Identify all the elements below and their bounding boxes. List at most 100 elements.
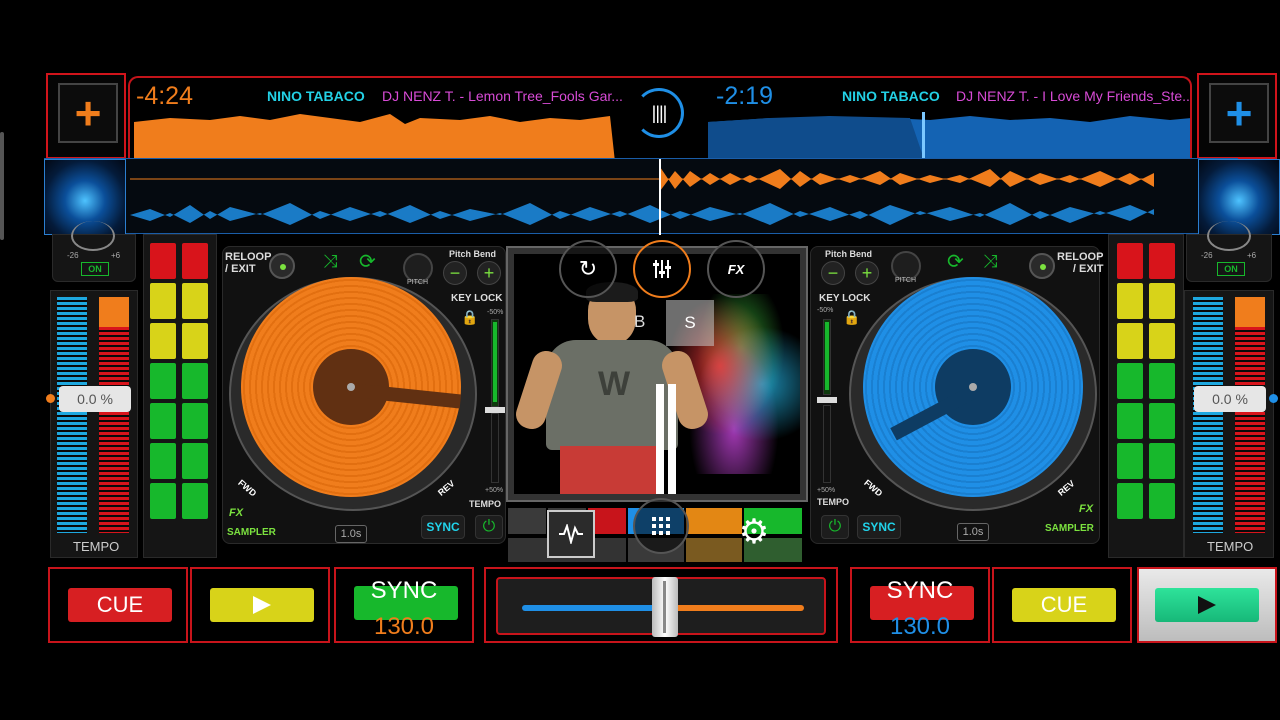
track-overview-panel[interactable]: -4:24 NINO TABACO DJ NENZ T. - Lemon Tre…	[128, 76, 1192, 160]
b-label[interactable]: B	[634, 312, 645, 332]
crossfader-track-right	[668, 605, 804, 611]
shuffle-icon[interactable]: ⤨	[983, 251, 997, 272]
deck-a-cue-cell: CUE	[48, 567, 188, 643]
deck-a-play-button[interactable]	[210, 588, 314, 622]
deck-a-sync-label: SYNC	[370, 577, 438, 604]
deck-b-tempo-label: TEMPO	[1207, 539, 1254, 554]
deck-b-title: DJ NENZ T. - I Love My Friends_Ste...	[956, 88, 1192, 104]
deck-a-pitch-slider-lower[interactable]	[491, 413, 499, 483]
lock-icon[interactable]: 🔒	[843, 309, 860, 326]
power-icon[interactable]: ⏻	[475, 515, 503, 539]
level-bar-1	[656, 384, 664, 494]
deck-b-vu-meter-right	[1235, 297, 1265, 533]
deck-b-cue-button[interactable]: CUE	[1012, 588, 1116, 622]
power-icon[interactable]: ⏻	[821, 515, 849, 539]
deck-a-tempo-panel[interactable]: 0.0 % TEMPO	[50, 290, 138, 558]
deck-a-cue-button[interactable]: CUE	[68, 588, 172, 622]
waveform-icon[interactable]	[547, 510, 595, 558]
deck-b-zoomed-waveform	[130, 203, 1154, 225]
deck-b-level-pads	[1108, 234, 1184, 558]
deck-a-led-grid	[150, 243, 210, 519]
deck-a-loop-length[interactable]: 1.0s	[335, 525, 367, 543]
deck-b-pitch-bottom-label: +50%	[817, 487, 836, 494]
dj-app-screen: + + -4:24 NINO TABACO DJ NENZ T. - Lemon…	[0, 0, 1280, 720]
deck-a-fwd-label: FWD	[236, 477, 259, 499]
zoomed-waveform-strip[interactable]	[44, 158, 1280, 235]
deck-a-pitch-slider-track[interactable]	[491, 319, 499, 407]
deck-a-reloop-button[interactable]	[269, 253, 295, 279]
deck-b-sync-label: SYNC	[886, 577, 954, 604]
gain-knob-icon[interactable]	[1207, 221, 1251, 251]
person-shorts	[560, 446, 664, 494]
deck-b-vu-meter-left	[1193, 297, 1223, 533]
shuffle-icon[interactable]: ⤨	[323, 251, 337, 272]
deck-b-sync-small-button[interactable]: SYNC	[857, 515, 901, 539]
deck-b-pitch-slider-track[interactable]	[823, 319, 831, 395]
deck-b-play-button[interactable]	[1155, 588, 1259, 622]
deck-a-tempo-value[interactable]: 0.0 %	[59, 386, 131, 412]
s-button[interactable]: S	[666, 300, 714, 346]
deck-b-fx-label[interactable]: FX	[1079, 503, 1093, 515]
gain-knob-icon[interactable]	[71, 221, 115, 251]
gain-min-label: -26	[67, 251, 79, 260]
deck-b-loop-length[interactable]: 1.0s	[957, 523, 989, 541]
deck-b-reloop-button[interactable]	[1029, 253, 1055, 279]
deck-a-tempo-marker	[46, 394, 55, 403]
repeat-icon[interactable]: ⟳	[359, 249, 376, 274]
gear-icon[interactable]: ⚙	[734, 512, 774, 552]
crossfader-handle[interactable]	[652, 577, 678, 637]
deck-a-turntable-panel: RELOOP / EXIT ⤨ ⟳ Pitch Bend PITCH − + K…	[222, 246, 506, 544]
deck-b-fwd-label: FWD	[862, 477, 885, 499]
deck-b-pitch-slider-handle[interactable]	[817, 397, 837, 403]
deck-b-gain-panel: -26 +6 ON	[1186, 221, 1272, 282]
zoomed-waveforms	[130, 159, 1154, 235]
plus-icon: +	[58, 83, 118, 143]
play-icon	[253, 596, 271, 614]
repeat-icon[interactable]: ⟳	[947, 249, 964, 274]
crossfader-cell	[484, 567, 838, 643]
deck-b-rev-label: REV	[1055, 478, 1077, 498]
deck-b-key-lock-label: KEY LOCK	[819, 293, 871, 304]
gain-min-label: -26	[1201, 251, 1213, 260]
deck-b-time-remaining: -2:19	[716, 82, 773, 110]
crossfader-track-left	[522, 605, 668, 611]
deck-b-artist: NINO TABACO	[842, 88, 940, 104]
deck-b-pitch-bend-label: Pitch Bend	[825, 249, 873, 259]
deck-a-pitch-bend-label: Pitch Bend	[449, 249, 497, 259]
center-fx-button[interactable]: FX	[707, 240, 765, 298]
refresh-icon[interactable]: ↻	[559, 240, 617, 298]
deck-a-bpm: 130.0	[373, 613, 435, 640]
deck-b-sampler-label[interactable]: SAMPLER	[1045, 523, 1094, 534]
deck-a-tempo-label: TEMPO	[73, 539, 120, 554]
mixer-sliders-icon[interactable]	[633, 240, 691, 298]
pitch-bend-minus-button[interactable]: −	[821, 261, 845, 285]
deck-a-rev-label: REV	[435, 478, 457, 498]
deck-a-artist: NINO TABACO	[267, 88, 365, 104]
deck-a-sync-small-button[interactable]: SYNC	[421, 515, 465, 539]
gain-on-toggle[interactable]: ON	[1217, 262, 1245, 276]
pitch-bend-minus-button[interactable]: −	[443, 261, 467, 285]
deck-b-load-button[interactable]: +	[1197, 73, 1277, 159]
gain-on-toggle[interactable]: ON	[81, 262, 109, 276]
deck-a-overview-waveform	[134, 114, 615, 160]
deck-a-pitch-label: PITCH	[407, 279, 428, 286]
deck-a-vu-meter-right	[99, 297, 129, 533]
deck-b-tempo-panel[interactable]: 0.0 % TEMPO	[1184, 290, 1274, 558]
deck-b-pitch-slider-lower[interactable]	[823, 405, 831, 483]
deck-b-tempo-value[interactable]: 0.0 %	[1194, 386, 1266, 412]
deck-a-load-button[interactable]: +	[46, 73, 126, 159]
deck-a-fx-label[interactable]: FX	[229, 507, 243, 519]
edge-scroll-indicator[interactable]	[0, 132, 4, 240]
deck-a-sampler-label[interactable]: SAMPLER	[227, 527, 276, 538]
pitch-bend-plus-button[interactable]: +	[855, 261, 879, 285]
beat-indicator-icon: ||||	[634, 88, 684, 138]
play-icon	[1198, 596, 1216, 614]
deck-a-gain-panel: -26 +6 ON	[52, 221, 136, 282]
deck-a-pitch-bottom-label: +50%	[485, 487, 504, 494]
crossfader-panel[interactable]	[496, 577, 826, 637]
lock-icon[interactable]: 🔒	[461, 309, 478, 326]
grid-icon[interactable]	[633, 498, 689, 554]
plus-icon: +	[1209, 83, 1269, 143]
deck-b-turntable-panel: Pitch Bend − + PITCH ⟳ ⤨ RELOOP / EXIT K…	[810, 246, 1103, 544]
pitch-bend-plus-button[interactable]: +	[477, 261, 501, 285]
